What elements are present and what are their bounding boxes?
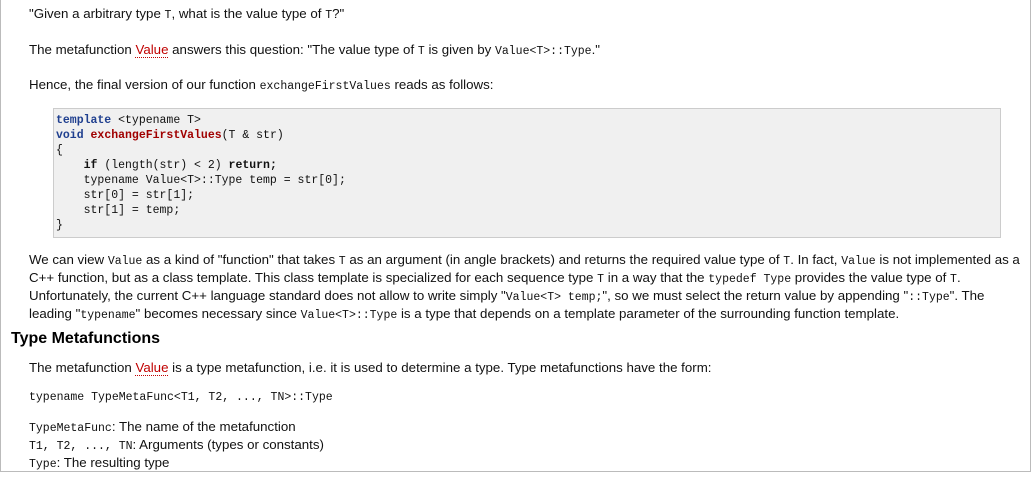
def-term: TypeMetaFunc (29, 422, 112, 435)
value-link[interactable]: Value (135, 42, 169, 58)
inline-code: T (597, 273, 605, 286)
code-text: (T & str) (221, 129, 284, 142)
text: The metafunction (29, 360, 136, 375)
paragraph-value-answer: The metafunction Value answers this ques… (29, 42, 1025, 60)
value-link[interactable]: Value (135, 360, 169, 376)
paragraph-type-metafunction: The metafunction Value is a type metafun… (29, 360, 1025, 376)
inline-code: typedef Type (708, 273, 792, 286)
def-desc: : Arguments (types or constants) (132, 437, 324, 452)
code-text: } (56, 219, 63, 232)
inline-code: typename (80, 309, 136, 322)
def-term: T1, T2, ..., TN (29, 440, 133, 453)
intro-question: "Given a arbitrary type T, what is the v… (29, 6, 1025, 24)
text: ", so we must select the return value by… (602, 288, 909, 303)
text: is given by (424, 42, 495, 57)
inline-code: ::Type (908, 291, 950, 304)
paragraph-value-explanation: We can view Value as a kind of "function… (29, 252, 1025, 324)
definition-item: TypeMetaFunc: The name of the metafuncti… (29, 419, 1025, 437)
text: in a way that the (604, 270, 709, 285)
code-text: str[0] = str[1]; (56, 189, 195, 202)
code-text: (length(str) < 2) (97, 159, 229, 172)
document-content: "Given a arbitrary type T , what is the v… (0, 6, 1031, 324)
inline-code: Value (841, 255, 876, 268)
definition-list: TypeMetaFunc: The name of the metafuncti… (29, 419, 1025, 473)
text: Hence, the final version of our function (29, 77, 260, 92)
code-text: typename Value<T>::Type temp = str[0]; (56, 174, 346, 187)
def-desc: : The name of the metafunction (111, 419, 296, 434)
section-content: The metafunction Value is a type metafun… (0, 360, 1031, 473)
inline-code: Value (107, 255, 143, 268)
inline-code: T (338, 255, 346, 268)
code-text: <typename T> (111, 114, 201, 127)
text: " becomes necessary since (135, 306, 301, 321)
keyword: if (83, 159, 98, 172)
text: ." (591, 42, 601, 57)
definition-item: T1, T2, ..., TN: Arguments (types or con… (29, 437, 1025, 455)
keyword: return; (228, 159, 277, 172)
inline-code: Value<T>::Type (300, 309, 398, 322)
def-desc: : The resulting type (56, 455, 170, 470)
text: "Given a arbitrary type (29, 6, 165, 21)
code-text: str[1] = temp; (56, 204, 181, 217)
def-term: Type (29, 458, 57, 471)
inline-code: exchangeFirstValues (259, 80, 391, 93)
text: is a type metafunction, i.e. it is used … (168, 360, 712, 375)
inline-code: Value<T> temp; (505, 291, 603, 304)
text: as an argument (in angle brackets) and r… (345, 252, 784, 267)
paragraph-final-version: Hence, the final version of our function… (29, 77, 1025, 95)
text: . In fact, (790, 252, 842, 267)
code-block: template <typename T> void exchangeFirst… (53, 108, 1001, 238)
text: answers this question: "The value type o… (168, 42, 418, 57)
text: is a type that depends on a template par… (397, 306, 900, 321)
definition-item: Type: The resulting type (29, 455, 1025, 473)
text: reads as follows: (390, 77, 494, 92)
metafunction-form: typename TypeMetaFunc<T1, T2, ..., TN>::… (29, 391, 333, 404)
text: The metafunction (29, 42, 136, 57)
inline-code: T (950, 273, 957, 286)
inline-code: Value<T>::Type (494, 45, 592, 58)
keyword: template (56, 114, 112, 127)
text: as a kind of "function" that takes (142, 252, 339, 267)
keyword: void (56, 129, 84, 142)
text: , what is the value type of (171, 6, 326, 21)
inline-code: T (417, 45, 425, 58)
text: ?" (332, 6, 345, 21)
text: provides the value type of (791, 270, 951, 285)
code-text: { (56, 144, 63, 157)
function-name: exchangeFirstValues (90, 129, 222, 142)
text: We can view (29, 252, 108, 267)
